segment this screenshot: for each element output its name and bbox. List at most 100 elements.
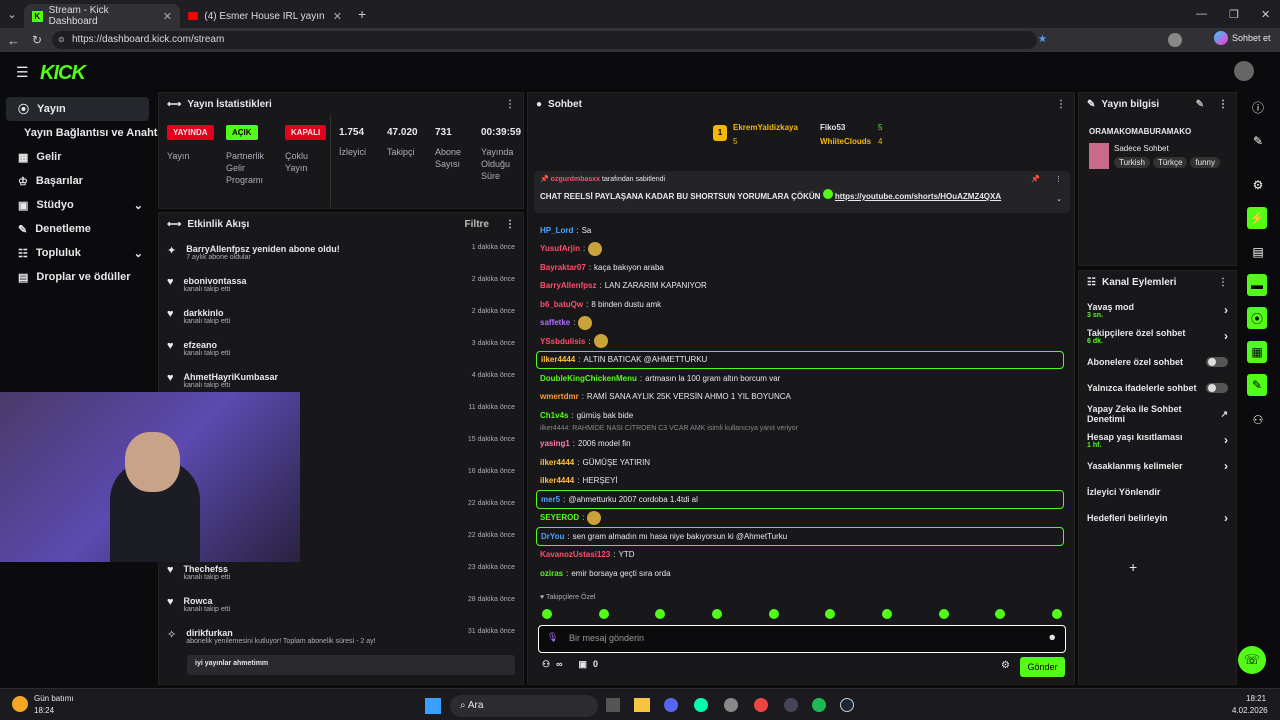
tag[interactable]: Turkish bbox=[1114, 157, 1150, 168]
more-options-icon[interactable]: ⋮ bbox=[1218, 99, 1228, 110]
new-tab-icon[interactable]: + bbox=[358, 6, 366, 22]
sidebar-item-drops[interactable]: ▤ Droplar ve ödüller bbox=[6, 265, 149, 289]
chevron-down-icon[interactable]: ⌄ bbox=[1056, 195, 1062, 203]
channel-action-item[interactable]: İzleyici Yönlendir bbox=[1079, 479, 1236, 505]
chat-username[interactable]: b6_batuQw bbox=[540, 300, 583, 309]
wrench-icon[interactable]: ✎ bbox=[1247, 374, 1267, 396]
chat-username[interactable]: DoubleKingChickenMenu bbox=[540, 374, 637, 383]
maximize-icon[interactable]: ❐ bbox=[1229, 8, 1239, 21]
tag[interactable]: Türkçe bbox=[1152, 157, 1188, 168]
taskview-icon[interactable] bbox=[606, 698, 620, 712]
chat-username[interactable]: SEYEROD bbox=[540, 513, 579, 522]
chat-username[interactable]: yasing1 bbox=[540, 439, 570, 448]
minimize-icon[interactable]: — bbox=[1196, 8, 1207, 20]
users-icon[interactable]: ⚇ bbox=[1247, 409, 1269, 431]
moderation-icon[interactable]: ⚙ bbox=[1247, 174, 1269, 196]
chat-message[interactable]: YusufArjin: bbox=[528, 240, 1074, 259]
favorite-star-icon[interactable]: ★ bbox=[1038, 31, 1047, 49]
chat-message[interactable]: KavanozUstasi123: YTD bbox=[528, 546, 1074, 565]
layout-icon[interactable]: ▦ bbox=[1247, 341, 1267, 363]
explorer-icon[interactable] bbox=[634, 698, 650, 712]
channel-action-item[interactable]: Yavaş mod 3 sn. › bbox=[1079, 297, 1236, 323]
user-avatar[interactable] bbox=[1234, 61, 1254, 81]
channel-action-item[interactable]: Hedefleri belirleyin › bbox=[1079, 505, 1236, 531]
emote-icon[interactable] bbox=[1051, 609, 1062, 619]
sidebar-item-stream-key[interactable]: Yayın Bağlantısı ve Anahtarı bbox=[6, 121, 171, 145]
date[interactable]: 4.02.2026 bbox=[1232, 706, 1268, 715]
chat-message[interactable]: ilker4444: ALTIN BATICAK @AHMETTURKU bbox=[536, 350, 1064, 369]
emote-icon[interactable] bbox=[938, 609, 949, 619]
chat-username[interactable]: ilker4444 bbox=[540, 476, 574, 485]
chat-message[interactable]: ilker4444: HERŞEYİ bbox=[528, 472, 1074, 491]
more-options-icon[interactable]: ⋮ bbox=[1218, 277, 1228, 288]
chat-message[interactable]: saffetke: bbox=[528, 314, 1074, 333]
edge-icon[interactable] bbox=[694, 698, 708, 712]
channel-action-item[interactable]: Abonelere özel sohbet bbox=[1079, 349, 1236, 375]
spotify-icon[interactable] bbox=[812, 698, 826, 712]
toggle-switch[interactable] bbox=[1206, 383, 1228, 393]
chat-message[interactable]: DoubleKingChickenMenu: artmasın la 100 gr… bbox=[528, 369, 1074, 388]
chat-username[interactable]: Bayraktar07 bbox=[540, 263, 586, 272]
url-field[interactable]: ⊜ https://dashboard.kick.com/stream ★ bbox=[52, 31, 1047, 49]
chat-message[interactable]: yasing1:2006 model fin bbox=[528, 435, 1074, 454]
info-icon[interactable]: ⓘ bbox=[1247, 96, 1269, 118]
steam-icon[interactable] bbox=[840, 698, 854, 712]
tab-list-icon[interactable]: ⌄ bbox=[0, 8, 24, 21]
app-icon[interactable] bbox=[724, 698, 738, 712]
chat-message[interactable]: HP_Lord: Sa bbox=[528, 221, 1074, 240]
kick-logo[interactable]: KICK bbox=[40, 62, 86, 85]
chat-username[interactable]: HP_Lord bbox=[540, 226, 573, 235]
more-options-icon[interactable]: ⋮ bbox=[1056, 99, 1066, 110]
chat-message[interactable]: ilker4444: GÜMÜŞE YATIRIN bbox=[528, 453, 1074, 472]
sidebar-item-achievements[interactable]: ♔ Başarılar bbox=[6, 169, 149, 193]
gift-icon[interactable]: ▣ bbox=[579, 659, 588, 670]
channel-action-item[interactable]: Yasaklanmış kelimeler › bbox=[1079, 453, 1236, 479]
reload-icon[interactable]: ↻ bbox=[32, 33, 42, 47]
channel-action-item[interactable]: Takipçilere özel sohbet 6 dk. › bbox=[1079, 323, 1236, 349]
back-icon[interactable]: ← bbox=[7, 33, 20, 48]
sidebar-item-stream[interactable]: ⦿ Yayın bbox=[6, 97, 149, 121]
users-icon[interactable]: ⚇ bbox=[542, 659, 550, 670]
chat-username[interactable]: ilker4444 bbox=[541, 355, 575, 364]
chat-username[interactable]: oziras bbox=[540, 569, 563, 578]
chat-username[interactable]: Ch1v4s bbox=[540, 411, 568, 420]
more-options-icon[interactable]: ⋮ bbox=[1055, 175, 1062, 183]
settings-gear-icon[interactable]: ⚙ bbox=[1001, 660, 1010, 671]
emote-icon[interactable] bbox=[881, 609, 892, 619]
more-options-icon[interactable]: ⋮ bbox=[505, 99, 515, 110]
profile-avatar[interactable] bbox=[1168, 33, 1182, 47]
edit-pencil-icon[interactable]: ✎ bbox=[1196, 99, 1204, 110]
tab-youtube[interactable]: (4) Esmer House IRL yayın derleme ✕ bbox=[180, 4, 350, 28]
app-icon[interactable] bbox=[784, 698, 798, 712]
chat-input[interactable]: 🎙 Bir mesaj gönderin ☻ bbox=[538, 625, 1066, 653]
clock[interactable]: 18:21 bbox=[1246, 694, 1266, 703]
chat-message[interactable]: SEYEROD: bbox=[528, 509, 1074, 528]
sidebar-item-moderation[interactable]: ✎ Denetleme bbox=[6, 217, 149, 241]
chat-message[interactable]: Ch1v4s: gümüş bak bide bbox=[528, 406, 1074, 425]
sidebar-item-revenue[interactable]: ▦ Gelir bbox=[6, 145, 149, 169]
support-chat-icon[interactable]: ☏ bbox=[1238, 646, 1266, 674]
channel-action-item[interactable]: Yapay Zeka ile Sohbet Denetimi ↗ bbox=[1079, 401, 1236, 427]
site-info-icon[interactable]: ⊜ bbox=[58, 31, 65, 49]
emoji-icon[interactable]: ☻ bbox=[1048, 632, 1057, 642]
broadcast-icon[interactable]: ⦿ bbox=[1247, 307, 1267, 329]
chat-username[interactable]: ilker4444 bbox=[540, 458, 574, 467]
send-button[interactable]: Gönder bbox=[1020, 657, 1065, 677]
chat-message[interactable]: oziras: emir borsaya geçti sıra orda bbox=[528, 564, 1074, 583]
chat-message[interactable]: DrYou: sen gram almadın mı hasa niye bakı… bbox=[536, 527, 1064, 546]
chat-username[interactable]: DrYou bbox=[541, 532, 564, 541]
chat-icon[interactable]: ▬ bbox=[1247, 274, 1267, 296]
chat-message[interactable]: BarryAllenfpsz: LAN ZARARIM KAPANIYOR bbox=[528, 277, 1074, 296]
chat-message[interactable]: YSsbdulisis: bbox=[528, 332, 1074, 351]
emote-icon[interactable] bbox=[655, 609, 666, 619]
emote-icon[interactable] bbox=[711, 609, 722, 619]
copilot-button[interactable]: Sohbet et bbox=[1214, 31, 1271, 45]
chat-username[interactable]: wmertdmr bbox=[540, 392, 579, 401]
emote-icon[interactable] bbox=[542, 609, 552, 619]
chat-username[interactable]: saffetke bbox=[540, 318, 570, 327]
lightning-icon[interactable]: ⚡ bbox=[1247, 207, 1267, 229]
close-tab-icon[interactable]: ✕ bbox=[333, 10, 342, 23]
channel-action-item[interactable]: Yalnızca ifadelerle sohbet bbox=[1079, 375, 1236, 401]
microphone-icon[interactable]: 🎙 bbox=[547, 632, 558, 643]
chat-message[interactable]: mer5: @ahmetturku 2007 cordoba 1.4tdi al bbox=[536, 490, 1064, 509]
